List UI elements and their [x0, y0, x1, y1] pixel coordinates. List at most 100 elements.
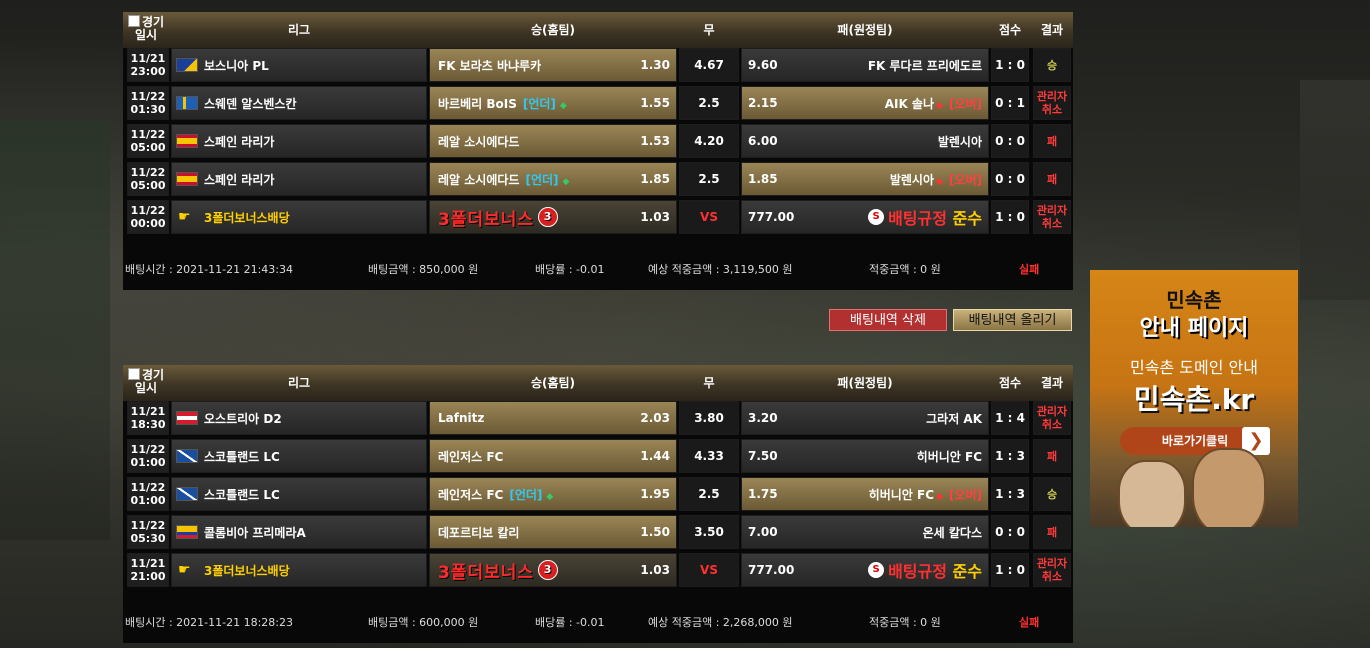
spain-flag [176, 134, 198, 148]
table-row: 11/22 05:00 스페인 라리가 레알 소시에다드 [언더] ◆ 1.85 2.5 1.8… [123, 162, 1073, 198]
bonus-banner: 3폴더보너스 3 [438, 205, 559, 230]
bet-time: 배팅시간 : 2021-11-21 21:43:34 [125, 263, 294, 276]
away-cell[interactable]: 7.50 히버니안 FC [741, 439, 989, 473]
ad-title: 민속촌 [1166, 288, 1222, 312]
table-row: 11/22 05:30 콜롬비아 프리메라A 데포르티보 칼리 1.50 3.50 7.00… [123, 515, 1073, 551]
away-team: 발렌시아 [889, 172, 935, 187]
away-odds: 1.85 [748, 172, 778, 186]
draw-cell[interactable]: VS [679, 553, 739, 587]
home-team: Lafnitz [438, 411, 485, 425]
result-cell: 관리자취소 [1033, 401, 1071, 435]
info-icon: S [868, 209, 885, 225]
score-cell: 1 : 0 [991, 200, 1029, 234]
draw-cell[interactable]: 4.20 [679, 124, 739, 158]
draw-cell[interactable]: 4.33 [679, 439, 739, 473]
spain-flag [176, 172, 198, 186]
home-cell[interactable]: 3폴더보너스 3 1.03 [429, 553, 677, 587]
vs-label: VS [700, 563, 718, 577]
league-name: 3폴더보너스배당 [204, 210, 290, 225]
league-cell: 스코틀랜드 LC [171, 477, 427, 511]
home-cell[interactable]: 3폴더보너스 3 1.03 [429, 200, 677, 234]
arrow-up-icon: ◆ [936, 491, 943, 502]
draw-cell[interactable]: 3.50 [679, 515, 739, 549]
home-cell[interactable]: 레알 소시에다드 1.53 [429, 124, 677, 158]
draw-cell[interactable]: 2.5 [679, 477, 739, 511]
draw-odds: 2.5 [698, 172, 720, 186]
select-all-checkbox[interactable] [127, 15, 140, 27]
table-header: 경기 일시 리그 승(홈팀) 무 패(원정팀) 점수 결과 [123, 12, 1073, 48]
away-cell[interactable]: 3.20 그라저 AK [741, 401, 989, 435]
away-cell[interactable]: 6.00 발렌시아 [741, 124, 989, 158]
score-cell: 1 : 4 [991, 401, 1029, 435]
away-cell[interactable]: 777.00 S 배팅규정 준수 [741, 553, 989, 587]
delete-history-button[interactable]: 배팅내역 삭제 [829, 309, 947, 331]
match-date: 11/22 01:00 [127, 439, 169, 473]
draw-odds: 2.5 [698, 96, 720, 110]
home-cell[interactable]: 레인저스 FC 1.44 [429, 439, 677, 473]
away-cell[interactable]: 777.00 S 배팅규정 준수 [741, 200, 989, 234]
match-date: 11/22 01:00 [127, 477, 169, 511]
league-cell: 스코틀랜드 LC [171, 439, 427, 473]
away-cell[interactable]: 1.85 발렌시아 ◆ [오버] [741, 162, 989, 196]
draw-cell[interactable]: 4.67 [679, 48, 739, 82]
header-draw: 무 [703, 376, 715, 390]
match-date: 11/22 05:00 [127, 162, 169, 196]
home-cell[interactable]: 레알 소시에다드 [언더] ◆ 1.85 [429, 162, 677, 196]
header-home: 승(홈팀) [530, 23, 576, 37]
austria-flag [176, 411, 198, 425]
away-team: 히버니안 FC [868, 487, 935, 502]
result-cell: 승 [1033, 48, 1071, 82]
home-cell[interactable]: 데포르티보 칼리 1.50 [429, 515, 677, 549]
table-row: 11/22 00:00 ☛ 3폴더보너스배당 3폴더보너스 3 1.03 VS 777.00 S 배… [123, 200, 1073, 236]
home-team: 바르베리 BoIS [438, 96, 517, 111]
home-cell[interactable]: FK 보라츠 바냐루카 1.30 [429, 48, 677, 82]
header-league: 리그 [287, 23, 311, 37]
score-cell: 0 : 1 [991, 86, 1029, 120]
away-team: 온세 칼다스 [922, 525, 982, 540]
league-name: 보스니아 PL [204, 58, 269, 73]
draw-cell[interactable]: 2.5 [679, 86, 739, 120]
draw-cell[interactable]: VS [679, 200, 739, 234]
league-name: 오스트리아 D2 [204, 411, 282, 426]
score-cell: 0 : 0 [991, 162, 1029, 196]
away-odds: 7.50 [748, 449, 778, 463]
scotland-flag [176, 487, 198, 501]
home-cell[interactable]: 바르베리 BoIS [언더] ◆ 1.55 [429, 86, 677, 120]
draw-odds: 2.5 [698, 487, 720, 501]
match-date: 11/22 01:30 [127, 86, 169, 120]
score-cell: 1 : 3 [991, 477, 1029, 511]
number-badge: 3 [538, 560, 559, 580]
ad-banner[interactable]: 민속촌 안내 페이지 민속촌 도메인 안내 민속촌.kr 바로가기클릭 ❯ [1090, 270, 1298, 527]
away-cell[interactable]: 1.75 히버니안 FC ◆ [오버] [741, 477, 989, 511]
away-odds: 777.00 [748, 210, 795, 224]
league-name: 스코틀랜드 LC [204, 487, 280, 502]
away-cell[interactable]: 2.15 AIK 솔나 ◆ [오버] [741, 86, 989, 120]
upload-history-button[interactable]: 배팅내역 올리기 [953, 309, 1072, 331]
bonus-icon: ☛ [178, 209, 191, 225]
away-team: 발렌시아 [937, 134, 982, 149]
match-date: 11/22 00:00 [127, 200, 169, 234]
home-odds: 1.03 [640, 210, 670, 224]
home-cell[interactable]: 레인저스 FC [언더] ◆ 1.95 [429, 477, 677, 511]
home-cell[interactable]: Lafnitz 2.03 [429, 401, 677, 435]
header-away: 패(원정팀) [837, 23, 893, 37]
select-all-checkbox[interactable] [127, 368, 140, 380]
home-team: 레인저스 FC [438, 449, 504, 464]
draw-cell[interactable]: 2.5 [679, 162, 739, 196]
score-cell: 1 : 0 [991, 48, 1029, 82]
result-cell: 승 [1033, 477, 1071, 511]
arrow-up-icon: ◆ [936, 176, 943, 187]
away-cell[interactable]: 9.60 FK 루다르 프리에도르 [741, 48, 989, 82]
away-cell[interactable]: 7.00 온세 칼다스 [741, 515, 989, 549]
arrow-up-icon: ◆ [936, 100, 943, 111]
rule-banner: S 배팅규정 준수 [868, 558, 982, 582]
arrow-down-icon: ◆ [546, 491, 554, 502]
home-odds: 1.30 [640, 58, 670, 72]
match-date: 11/22 05:30 [127, 515, 169, 549]
result-cell: 관리자취소 [1033, 200, 1071, 234]
league-cell: 스페인 라리가 [171, 124, 427, 158]
bet-slip-1: 경기 일시 리그 승(홈팀) 무 패(원정팀) 점수 결과 11/21 23:00 보… [123, 12, 1073, 290]
draw-cell[interactable]: 3.80 [679, 401, 739, 435]
arrow-down-icon: ◆ [559, 100, 567, 111]
home-team: 레알 소시에다드 [438, 172, 520, 187]
